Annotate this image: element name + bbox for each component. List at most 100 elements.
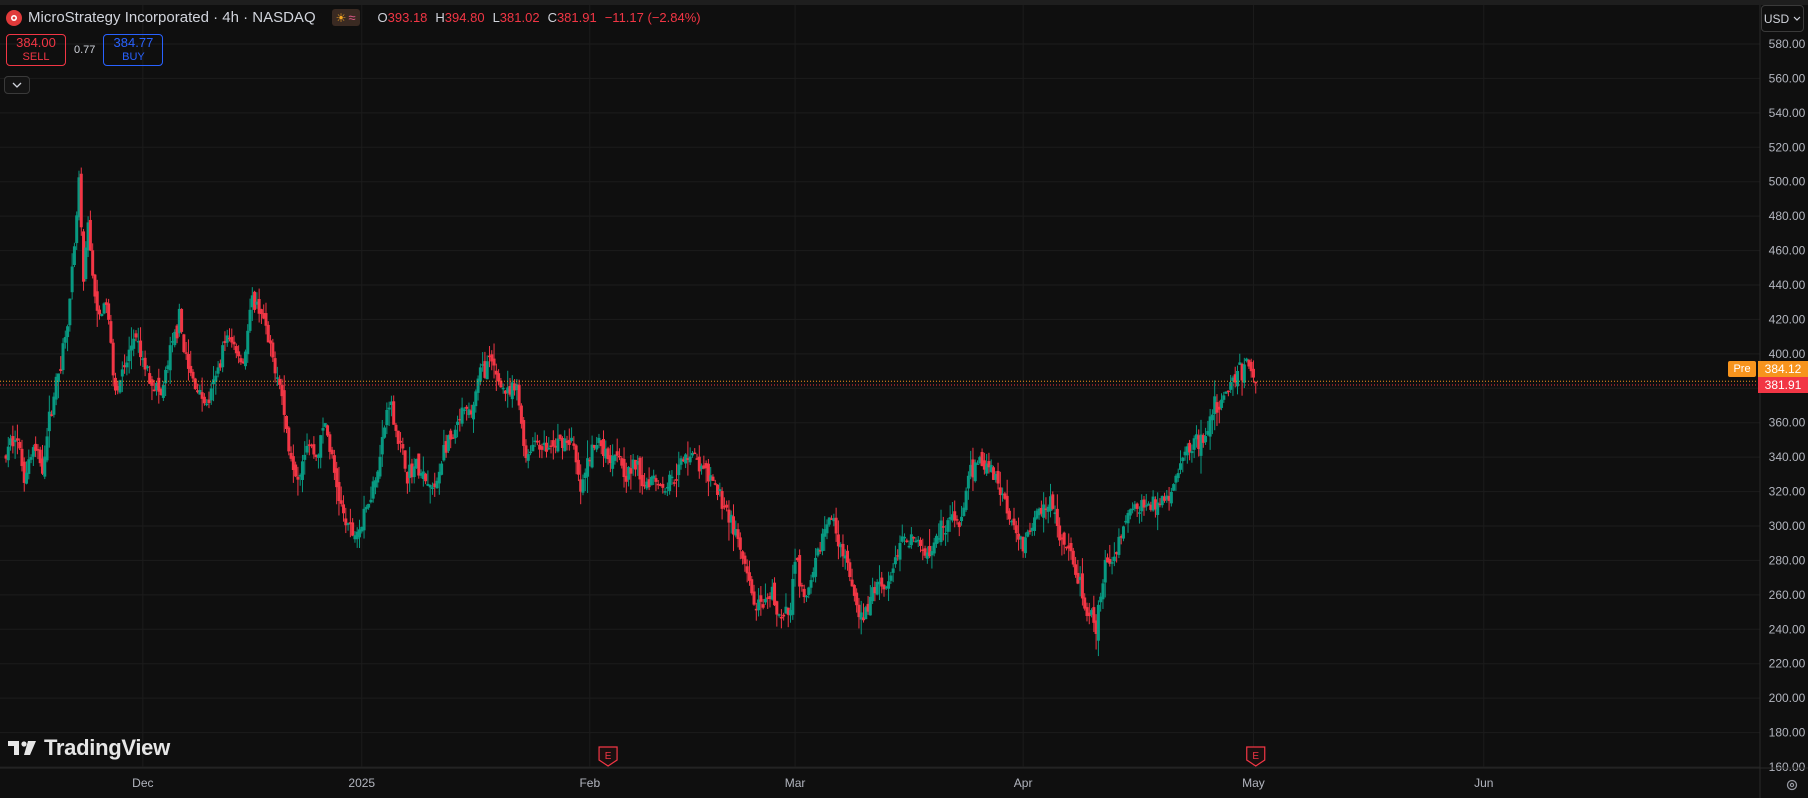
y-tick-label: 340.00	[1769, 450, 1806, 464]
candle-up	[25, 472, 29, 484]
candle-up	[209, 388, 213, 401]
currency-label: USD	[1763, 11, 1790, 26]
candle-down	[919, 539, 923, 546]
candle-up	[380, 437, 384, 455]
candle-down	[232, 341, 236, 345]
candle-down	[202, 396, 206, 404]
price-chart[interactable]: 160.00 180.00 200.00 220.00 240.00 260.00 280.…	[0, 0, 1808, 798]
spread-value: 0.77	[74, 44, 96, 56]
candle-up	[66, 326, 70, 338]
candle-down	[1012, 518, 1016, 526]
candle-up	[1131, 508, 1135, 511]
chevron-down-icon	[1793, 16, 1801, 21]
candle-down	[273, 358, 277, 374]
candle-up	[385, 409, 389, 426]
collapse-legend-button[interactable]	[4, 76, 30, 94]
candle-down	[1055, 508, 1059, 527]
candle-up	[807, 587, 811, 595]
candle-up	[529, 451, 533, 454]
candle-up	[1103, 559, 1107, 583]
open-value: 393.18	[387, 10, 428, 25]
candle-up	[6, 446, 10, 461]
candle-up	[1096, 604, 1100, 641]
candle-up	[677, 464, 681, 476]
candle-up	[1172, 484, 1176, 491]
candle-up	[456, 421, 460, 425]
candle-up	[891, 568, 895, 573]
open-label: O	[377, 10, 388, 25]
candle-down	[782, 614, 786, 617]
buy-price: 384.77	[113, 35, 154, 50]
candle-down	[88, 219, 92, 251]
chevron-down-icon	[12, 82, 22, 88]
candle-down	[95, 291, 99, 311]
buy-button[interactable]: 384.77 BUY	[103, 34, 164, 66]
candle-down	[1254, 381, 1258, 384]
candle-up	[816, 548, 820, 556]
last-price-label: 381.91	[1758, 377, 1808, 393]
candle-up	[1042, 504, 1046, 518]
candle-down	[417, 453, 421, 476]
candle-down	[15, 438, 19, 441]
symbol-legend: MicroStrategy Incorporated · 4h · NASDAQ…	[6, 9, 701, 26]
y-tick-label: 360.00	[1769, 416, 1806, 430]
symbol-title[interactable]: MicroStrategy Incorporated · 4h · NASDAQ	[28, 9, 316, 26]
candle-up	[430, 487, 434, 489]
sell-button[interactable]: 384.00 SELL	[6, 34, 66, 66]
candle-up	[1121, 526, 1125, 539]
candle-up	[531, 444, 535, 452]
candle-down	[1051, 494, 1055, 509]
candle-down	[282, 390, 286, 415]
candle-up	[462, 409, 466, 411]
session-badge[interactable]: ☀ ≈	[331, 9, 360, 26]
candle-down	[996, 470, 1000, 484]
candle-up	[1190, 451, 1194, 454]
candle-up	[321, 428, 325, 431]
y-tick-label: 460.00	[1769, 244, 1806, 258]
candle-up	[1204, 436, 1208, 443]
candle-up	[70, 266, 74, 293]
currency-selector[interactable]: USD	[1761, 5, 1804, 32]
x-tick-label: Mar	[785, 776, 806, 790]
candle-up	[887, 581, 891, 589]
candle-up	[453, 429, 457, 439]
candle-up	[581, 479, 585, 493]
candle-up	[570, 437, 574, 442]
candle-up	[246, 330, 250, 355]
candle-up	[903, 536, 907, 539]
candle-up	[1033, 517, 1037, 531]
candle-up	[909, 534, 913, 546]
candle-down	[574, 445, 578, 463]
settings-button[interactable]	[1784, 777, 1800, 793]
candle-down	[617, 455, 621, 458]
candle-down	[697, 456, 701, 472]
candle-up	[556, 438, 560, 452]
candle-up	[367, 503, 371, 508]
candle-down	[399, 440, 403, 443]
candle-up	[248, 309, 252, 331]
symbol-logo-icon	[6, 9, 22, 26]
candle-down	[285, 415, 289, 430]
candle-up	[946, 520, 950, 532]
candle-down	[544, 442, 548, 452]
candle-down	[912, 537, 916, 539]
candle-up	[688, 456, 692, 463]
candle-down	[193, 378, 197, 390]
earnings-marker-label: E	[605, 751, 612, 762]
candle-up	[670, 476, 674, 479]
chart-app[interactable]: 160.00 180.00 200.00 220.00 240.00 260.00 280.…	[0, 0, 1808, 798]
candle-down	[841, 543, 845, 557]
candle-down	[1069, 542, 1073, 552]
candle-down	[98, 309, 102, 315]
x-tick-label: Apr	[1014, 776, 1033, 790]
candle-down	[191, 371, 195, 379]
candle-up	[1169, 491, 1173, 504]
candle-down	[278, 378, 282, 385]
tradingview-logo[interactable]: TradingView	[8, 735, 170, 761]
candle-up	[118, 380, 122, 393]
candle-down	[1014, 525, 1018, 534]
candle-up	[966, 475, 970, 489]
candle-up	[563, 438, 567, 452]
candle-down	[18, 441, 22, 449]
candle-down	[798, 555, 802, 587]
